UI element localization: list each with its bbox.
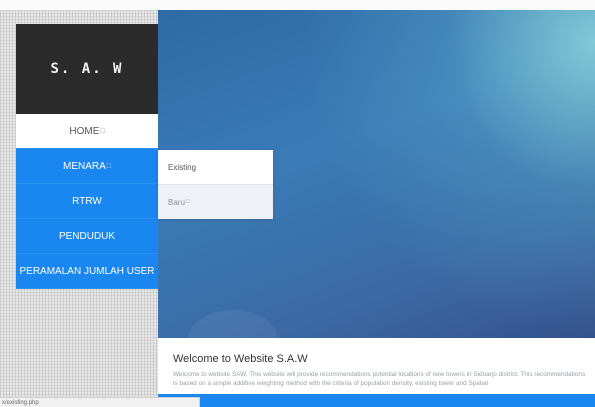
nav-item-label: PERAMALAN JUMLAH USER [19, 265, 155, 277]
submenu-item-baru[interactable]: Baru □ [158, 184, 273, 219]
nav-item-peramalan-jumlah-user[interactable]: PERAMALAN JUMLAH USER [16, 254, 158, 289]
nav-item-label: MENARA [62, 160, 106, 172]
missing-glyph-icon: □ [106, 162, 112, 170]
brand-title: S. A. W [50, 61, 124, 77]
welcome-text: Welcome to website SAW. This website wil… [173, 371, 586, 387]
status-bar-url: x/existing.php [0, 397, 200, 407]
missing-glyph-icon: □ [100, 127, 105, 135]
welcome-section: Welcome to Website S.A.W Welcome to webs… [158, 338, 595, 394]
nav-item-rtrw[interactable]: RTRW [16, 184, 158, 219]
submenu-item-label: Baru [168, 197, 185, 207]
welcome-title: Welcome to Website S.A.W [173, 353, 308, 365]
nav-item-penduduk[interactable]: PENDUDUK [16, 219, 158, 254]
menara-submenu: Existing Baru □ [158, 150, 273, 219]
top-strip [0, 0, 595, 10]
nav-item-label: HOME [69, 125, 100, 137]
sidebar: S. A. W HOME □ MENARA □ RTRW PENDUDUK PERA… [16, 24, 158, 289]
submenu-item-existing[interactable]: Existing [158, 150, 273, 184]
brand-logo[interactable]: S. A. W [16, 24, 158, 114]
nav-item-home[interactable]: HOME □ [16, 114, 158, 149]
nav-item-menara[interactable]: MENARA □ [16, 149, 158, 184]
missing-glyph-icon: □ [185, 199, 190, 205]
nav-item-label: RTRW [72, 195, 102, 207]
bottom-bar [158, 394, 595, 407]
nav-item-label: PENDUDUK [58, 230, 116, 242]
submenu-item-label: Existing [168, 162, 197, 172]
